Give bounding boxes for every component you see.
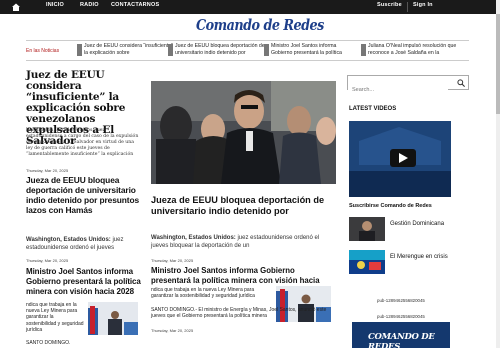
site-logo-text: Comando de Redes	[196, 16, 324, 34]
sidebar-item-label: El Merengue en crisis	[390, 254, 448, 260]
article-date: Thursday, Mar 20, 2025	[151, 328, 194, 333]
article-date: Thursday, Mar 20, 2025	[26, 258, 69, 263]
third-dateline: SANTO DOMINGO.	[26, 340, 71, 346]
top-nav-bar: INICIO RADIO CONTACTARNOS Suscribe Sign …	[0, 0, 500, 14]
divider	[26, 40, 469, 41]
main-excerpt: Washington, Estados Unidos: juez estadou…	[151, 234, 336, 250]
sidebar-item-merengue[interactable]: El Merengue en crisis	[349, 250, 469, 276]
excerpt-dateline: Washington, Estados Unidos:	[26, 237, 111, 243]
ticker-thumbnail	[77, 44, 82, 56]
ticker-label: En las Noticias	[26, 48, 60, 54]
search-box[interactable]	[347, 75, 469, 97]
ticker-item[interactable]: Juez de EEUU bloquea deportación de univ…	[175, 43, 267, 57]
third-headline[interactable]: Ministro Joel Santos informa Gobierno pr…	[26, 267, 146, 297]
article-date: Thursday, Mar 20, 2025	[26, 168, 69, 173]
site-logo[interactable]: Comando de Redes	[196, 15, 324, 37]
sidebar-item-gestion-dominicana[interactable]: Gestión Dominicana	[349, 217, 469, 243]
divider	[26, 60, 469, 61]
subscribe-section-title: Suscribirse Comando de Redes	[349, 203, 432, 209]
ticker-thumbnail	[168, 44, 173, 56]
ticker-item[interactable]: Juez de EEUU considera “insuficiente” la…	[84, 43, 176, 57]
article-thumbnail[interactable]	[88, 302, 138, 335]
page-scrollbar[interactable]	[496, 0, 500, 348]
scrollbar-thumb[interactable]	[496, 14, 500, 114]
sidebar-item-thumbnail	[349, 250, 385, 274]
ad-publisher-id: pub-1289462556820045	[377, 314, 425, 319]
main-headline[interactable]: Jueza de EEUU bloquea deportación de uni…	[151, 195, 336, 217]
nav-inicio[interactable]: INICIO	[46, 2, 64, 8]
search-icon[interactable]	[457, 79, 465, 87]
nav-radio[interactable]: RADIO	[80, 2, 99, 8]
center-second-excerpt: ndica que trabaja en la nueva Ley Minera…	[151, 287, 255, 300]
home-icon[interactable]	[11, 2, 21, 12]
nav-divider	[407, 2, 408, 12]
center-second-headline[interactable]: Ministro Joel Santos informa Gobierno pr…	[151, 266, 336, 285]
third-excerpt: ndica que trabaja en la nueva Ley Minera…	[26, 302, 84, 333]
sidebar-item-thumbnail	[349, 217, 385, 241]
promo-banner[interactable]: COMANDO DE REDES	[352, 322, 450, 348]
sidebar-item-label: Gestión Dominicana	[390, 221, 445, 227]
lead-summary: Washington, Estados Unidos: juez estadou…	[26, 128, 139, 157]
courtroom-crowd-image	[151, 81, 336, 184]
ticker-thumbnail	[264, 44, 269, 56]
second-excerpt: Washington, Estados Unidos: juez estadou…	[26, 236, 150, 252]
video-player[interactable]	[349, 121, 451, 197]
latest-videos-title: LATEST VIDEOS	[349, 106, 397, 112]
search-input[interactable]	[348, 83, 448, 97]
second-headline[interactable]: Jueza de EEUU bloquea deportación de uni…	[26, 175, 146, 215]
excerpt-dateline: Washington, Estados Unidos:	[151, 235, 236, 241]
subscribe-link[interactable]: Suscribe	[377, 2, 402, 8]
press-conference-image	[88, 302, 138, 335]
video-thumbnail	[349, 121, 451, 197]
nav-contactarnos[interactable]: CONTACTARNOS	[111, 2, 159, 8]
promo-banner-text: COMANDO DE REDES	[368, 332, 435, 348]
ad-publisher-id: pub-1289462556820045	[377, 298, 425, 303]
hero-image[interactable]	[151, 81, 336, 184]
signin-link[interactable]: Sign In	[413, 2, 433, 8]
ticker-item[interactable]: Juliana O’Neal impulsó resolución que re…	[368, 43, 468, 57]
ticker-thumbnail	[361, 44, 366, 56]
article-date: Thursday, Mar 20, 2025	[151, 258, 194, 263]
ticker-item[interactable]: Ministro Joel Santos informa Gobierno pr…	[271, 43, 353, 57]
center-second-body: SANTO DOMINGO.- El ministro de Energía y…	[151, 307, 327, 320]
